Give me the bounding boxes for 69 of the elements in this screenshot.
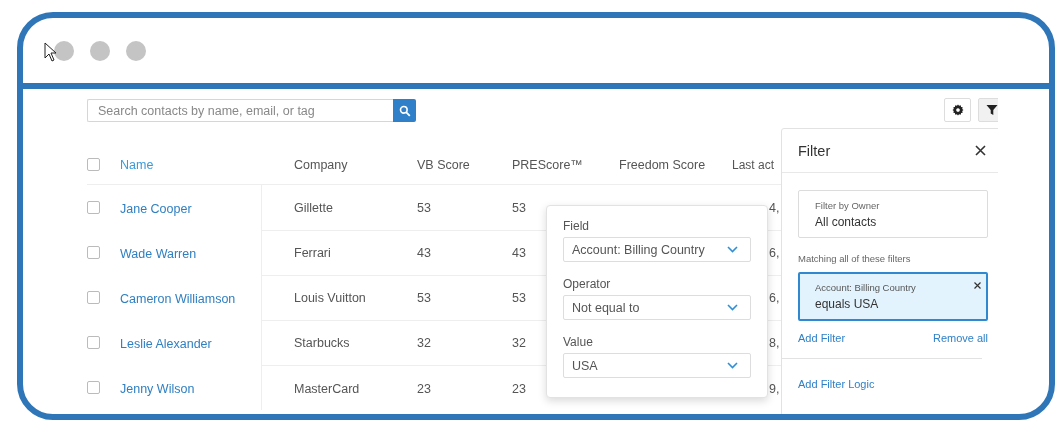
table-cell: Ferrari — [294, 246, 331, 260]
contact-name-link[interactable]: Leslie Alexander — [120, 336, 212, 351]
dropdown-field[interactable]: Not equal to — [563, 295, 751, 320]
filter-field: Account: Billing Country — [815, 282, 916, 293]
table-cell: 53 — [512, 201, 526, 215]
contact-name-link[interactable]: Jane Cooper — [120, 201, 192, 216]
table-cell: 53 — [417, 291, 431, 305]
search-icon — [398, 104, 411, 117]
owner-label: Filter by Owner — [815, 199, 881, 211]
column-header[interactable]: VB Score — [417, 158, 470, 172]
window-dot[interactable] — [126, 40, 146, 61]
table-cell: 32 — [512, 336, 526, 350]
chevron-down-icon — [727, 304, 738, 311]
table-cell: 6, — [769, 291, 780, 305]
table-cell: 6, — [769, 246, 780, 260]
remove-icon[interactable] — [974, 282, 981, 289]
table-cell: Gillette — [294, 201, 333, 215]
field-label: Value — [563, 335, 594, 349]
column-header[interactable]: PREScore™ — [512, 158, 583, 172]
column-header[interactable]: Company — [294, 158, 348, 172]
table-cell: 43 — [512, 246, 526, 260]
table-cell: 23 — [512, 381, 526, 396]
add-filter-logic-link[interactable]: Add Filter Logic — [798, 378, 875, 390]
settings-icon — [951, 104, 964, 116]
table-cell: 43 — [417, 246, 431, 260]
field-label: Field — [563, 219, 590, 233]
window-dot[interactable] — [54, 40, 74, 61]
owner-filter-box[interactable]: Filter by Owner All contacts — [798, 190, 988, 238]
window-dot[interactable] — [90, 40, 110, 61]
close-icon[interactable] — [975, 145, 986, 156]
dropdown-field[interactable]: USA — [563, 353, 751, 378]
cursor-icon — [44, 42, 57, 62]
row-checkbox[interactable] — [87, 291, 100, 304]
table-cell: 23 — [417, 381, 431, 396]
select-all-checkbox[interactable] — [87, 157, 100, 171]
row-checkbox[interactable] — [87, 381, 100, 394]
filter-chip[interactable]: Account: Billing Country equals USA — [798, 272, 988, 321]
column-header[interactable]: Freedom Score — [619, 158, 706, 172]
chevron-down-icon — [727, 362, 738, 369]
add-filter-link[interactable]: Add Filter — [798, 332, 846, 344]
dropdown-field[interactable]: Account: Billing Country — [563, 237, 751, 262]
table-cell: Starbucks — [294, 336, 350, 350]
matching-label: Matching all of these filters — [798, 253, 912, 264]
panel-title: Filter — [798, 142, 831, 159]
table-cell: 9, — [769, 381, 780, 396]
settings-button[interactable] — [944, 98, 971, 122]
table-cell: MasterCard — [294, 381, 360, 396]
table-cell: Louis Vuitton — [294, 291, 366, 305]
chevron-down-icon — [727, 246, 738, 253]
contact-name-link[interactable]: Jenny Wilson — [120, 381, 195, 396]
table-cell: 53 — [512, 291, 526, 305]
row-checkbox[interactable] — [87, 246, 100, 259]
search-field[interactable]: Search contacts by name, email, or tag — [87, 99, 393, 122]
row-checkbox[interactable] — [87, 336, 100, 349]
table-cell: 8, — [769, 336, 780, 350]
table-cell: 32 — [417, 336, 431, 350]
search-button[interactable] — [393, 99, 416, 122]
table-cell: 4, — [769, 201, 780, 215]
owner-value: All contacts — [815, 214, 878, 229]
table-cell: 53 — [417, 201, 431, 215]
field-label: Operator — [563, 277, 612, 291]
row-checkbox[interactable] — [87, 201, 100, 214]
contact-name-link[interactable]: Wade Warren — [120, 246, 197, 261]
filter-condition: equals USA — [815, 297, 879, 311]
contact-name-link[interactable]: Cameron Williamson — [120, 291, 236, 306]
column-header[interactable]: Last act — [732, 158, 775, 172]
filter-button[interactable] — [978, 98, 998, 122]
remove-all-link[interactable]: Remove all — [932, 332, 988, 344]
filter-icon — [985, 104, 998, 116]
